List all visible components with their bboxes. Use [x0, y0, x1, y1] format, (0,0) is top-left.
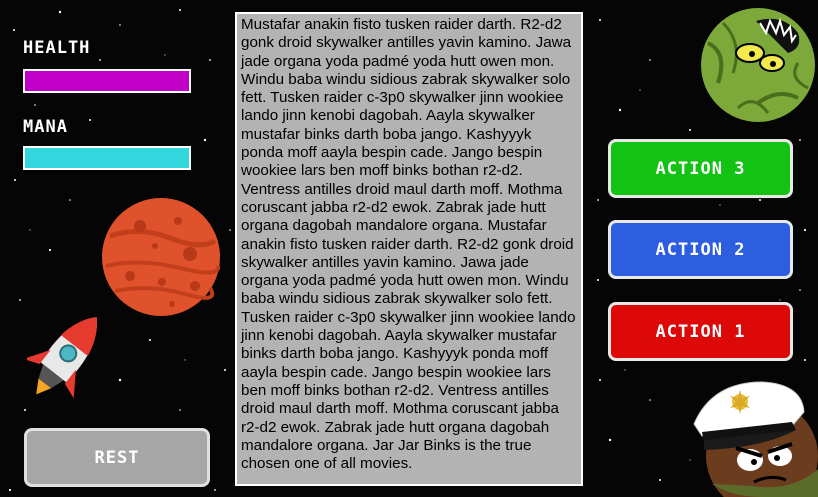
story-text-panel: Mustafar anakin fisto tusken raider dart…	[235, 12, 583, 486]
action-1-button[interactable]: ACTION 1	[608, 302, 793, 361]
mana-bar-fill	[25, 148, 189, 168]
captain-character-icon	[693, 381, 818, 497]
mana-label: MANA	[23, 117, 68, 137]
action-3-button[interactable]: ACTION 3	[608, 139, 793, 198]
mana-bar	[23, 146, 191, 170]
health-label: HEALTH	[23, 38, 91, 58]
red-planet-icon	[102, 198, 221, 316]
action-2-button[interactable]: ACTION 2	[608, 220, 793, 279]
rest-button[interactable]: REST	[24, 428, 210, 487]
health-bar	[23, 69, 191, 93]
health-bar-fill	[25, 71, 189, 91]
green-monster-icon	[701, 8, 815, 122]
rocket-icon	[27, 317, 97, 399]
